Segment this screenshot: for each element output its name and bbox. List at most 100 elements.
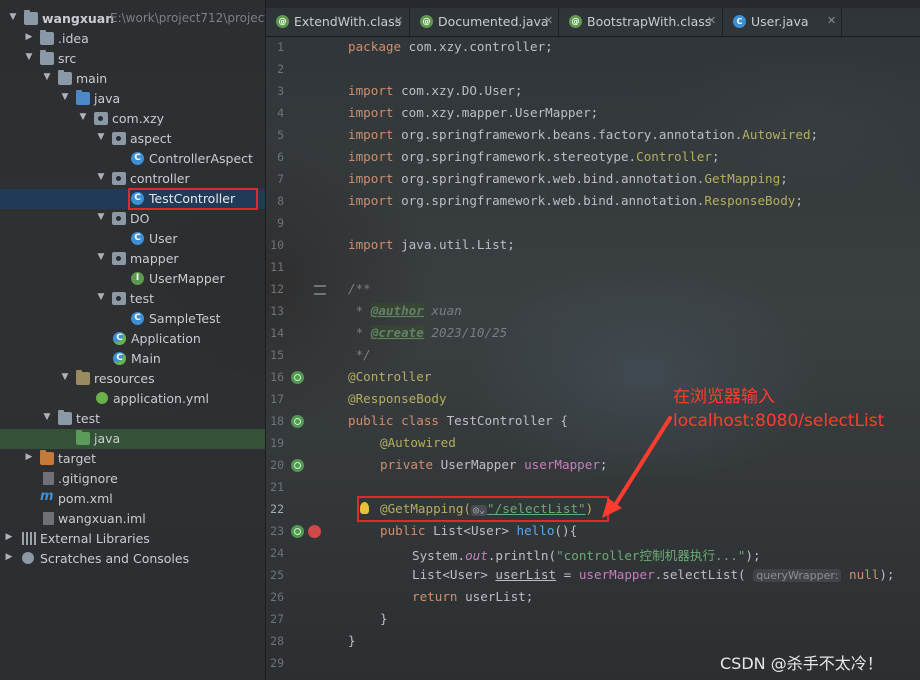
chevron-right-icon[interactable]: ▶	[24, 32, 34, 42]
tree-item-label: controller	[130, 171, 190, 186]
chevron-down-icon[interactable]: ▼	[96, 252, 106, 262]
tree-item-java[interactable]: ▼ java	[0, 89, 265, 109]
chevron-down-icon[interactable]: ▼	[96, 212, 106, 222]
chevron-down-icon[interactable]: ▼	[96, 132, 106, 142]
code-token: java.util.List;	[401, 237, 515, 252]
code-token: org.springframework.stereotype.	[401, 149, 637, 164]
close-icon[interactable]: ✕	[394, 14, 403, 27]
tree-item-test-java[interactable]: java	[0, 429, 265, 449]
chevron-down-icon[interactable]: ▼	[96, 172, 106, 182]
tree-item-resources[interactable]: ▼ resources	[0, 369, 265, 389]
tree-item-application[interactable]: C Application	[0, 329, 265, 349]
code-line: 14 * @create 2023/10/25	[266, 323, 920, 345]
chevron-down-icon[interactable]: ▼	[96, 292, 106, 302]
tree-item-controller[interactable]: ▼ controller	[0, 169, 265, 189]
package-icon	[112, 252, 126, 265]
folder-icon	[40, 50, 54, 65]
tree-item-sampletest[interactable]: C SampleTest	[0, 309, 265, 329]
chevron-down-icon[interactable]: ▼	[24, 52, 34, 62]
tab-user-java[interactable]: C User.java ✕	[723, 8, 842, 36]
tab-bootstrapwith[interactable]: @ BootstrapWith.class ✕	[559, 8, 723, 36]
code-text: * @create 2023/10/25	[348, 325, 507, 340]
tree-item-user[interactable]: C User	[0, 229, 265, 249]
code-editor[interactable]: 1 package com.xzy.controller; 2 3 import…	[266, 37, 920, 680]
tree-item-external-libraries[interactable]: ▶ External Libraries	[0, 529, 265, 549]
tree-item-controlleraspect[interactable]: C ControllerAspect	[0, 149, 265, 169]
line-number: 25	[270, 568, 284, 582]
chevron-down-icon[interactable]: ▼	[78, 112, 88, 122]
tree-item-com-xzy[interactable]: ▼ com.xzy	[0, 109, 265, 129]
tree-item-do[interactable]: ▼ DO	[0, 209, 265, 229]
code-text: public class TestController {	[348, 413, 568, 428]
spring-bean-icon[interactable]	[291, 525, 304, 538]
tree-item-mapper[interactable]: ▼ mapper	[0, 249, 265, 269]
tree-root[interactable]: ▼ wangxuan E:\work\project712\project	[0, 9, 265, 29]
highlight-box-testcontroller	[128, 188, 258, 210]
code-token: =	[556, 567, 579, 582]
annotation-text: 在浏览器输入 localhost:8080/selectList	[673, 385, 884, 433]
keyword: import	[348, 193, 394, 208]
chevron-down-icon[interactable]: ▼	[60, 372, 70, 382]
chevron-down-icon[interactable]: ▼	[42, 412, 52, 422]
tree-item-aspect[interactable]: ▼ aspect	[0, 129, 265, 149]
folder-icon	[40, 30, 54, 45]
annotation-name: GetMapping	[704, 171, 781, 186]
keyword: public class	[348, 413, 439, 428]
tree-item-label: User	[149, 231, 178, 246]
tree-item-main-class[interactable]: C Main	[0, 349, 265, 369]
tree-item-scratches[interactable]: ▶ Scratches and Consoles	[0, 549, 265, 569]
code-text: System.out.println("controller控制机器执行..."…	[412, 545, 761, 564]
code-text: import java.util.List;	[348, 237, 515, 252]
file-icon	[43, 472, 54, 485]
code-text: import org.springframework.web.bind.anno…	[348, 193, 803, 208]
code-text: package com.xzy.controller;	[348, 39, 553, 54]
line-number: 17	[270, 392, 284, 406]
code-token: userList;	[457, 589, 534, 604]
close-icon[interactable]: ✕	[827, 14, 836, 27]
folder-icon	[24, 10, 38, 25]
code-line: 8 import org.springframework.web.bind.an…	[266, 191, 920, 213]
line-number: 23	[270, 524, 284, 538]
tree-item-idea[interactable]: ▶ .idea	[0, 29, 265, 49]
chevron-right-icon[interactable]: ▶	[4, 552, 14, 562]
tree-item-label: aspect	[130, 131, 172, 146]
line-number: 3	[277, 84, 284, 98]
autowired-bean-icon[interactable]	[291, 459, 304, 472]
code-line: 26 return userList;	[266, 587, 920, 609]
line-number: 15	[270, 348, 284, 362]
code-line: 23 public List<User> hello(){	[266, 521, 920, 543]
tree-item-gitignore[interactable]: .gitignore	[0, 469, 265, 489]
code-token: org.springframework.beans.factory.annota…	[401, 127, 743, 142]
close-icon[interactable]: ✕	[544, 14, 553, 27]
static-field: out	[465, 548, 488, 563]
tree-item-src[interactable]: ▼ src	[0, 49, 265, 69]
tree-item-main[interactable]: ▼ main	[0, 69, 265, 89]
line-number: 29	[270, 656, 284, 670]
line-number: 4	[277, 106, 284, 120]
chevron-down-icon[interactable]: ▼	[8, 12, 18, 22]
tree-item-test-folder[interactable]: ▼ test	[0, 409, 265, 429]
tab-documented[interactable]: @ Documented.java ✕	[410, 8, 559, 36]
spring-bean-icon[interactable]	[291, 371, 304, 384]
line-number: 13	[270, 304, 284, 318]
spring-boot-class-icon: C	[113, 352, 126, 365]
chevron-down-icon[interactable]: ▼	[42, 72, 52, 82]
tree-item-iml[interactable]: wangxuan.iml	[0, 509, 265, 529]
tree-item-test-pkg[interactable]: ▼ test	[0, 289, 265, 309]
chevron-right-icon[interactable]: ▶	[24, 452, 34, 462]
line-number: 7	[277, 172, 284, 186]
tree-item-pom[interactable]: m pom.xml	[0, 489, 265, 509]
class-icon: C	[131, 232, 144, 245]
web-endpoint-icon[interactable]	[308, 525, 321, 538]
close-icon[interactable]: ✕	[707, 14, 716, 27]
tree-item-target[interactable]: ▶ target	[0, 449, 265, 469]
tree-item-label: .idea	[58, 31, 89, 46]
render-doc-icon[interactable]	[314, 285, 326, 295]
tab-extendwith[interactable]: @ ExtendWith.class ✕	[266, 8, 410, 36]
chevron-down-icon[interactable]: ▼	[60, 92, 70, 102]
tree-item-usermapper[interactable]: I UserMapper	[0, 269, 265, 289]
code-token: List<User>	[425, 523, 517, 538]
tree-item-application-yml[interactable]: application.yml	[0, 389, 265, 409]
chevron-right-icon[interactable]: ▶	[4, 532, 14, 542]
spring-bean-icon[interactable]	[291, 415, 304, 428]
